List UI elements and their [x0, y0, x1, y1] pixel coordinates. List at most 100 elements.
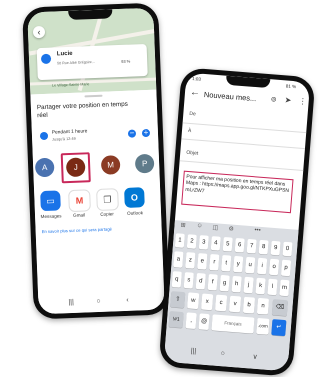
- backspace-key[interactable]: ⌫: [271, 299, 289, 317]
- nav-bar: ||| ○ ∨: [164, 346, 289, 368]
- home-icon[interactable]: ○: [220, 350, 225, 357]
- return-key[interactable]: ↵: [271, 319, 287, 337]
- space-key[interactable]: Français: [211, 314, 255, 334]
- avatar-initial: M: [107, 160, 115, 170]
- settings-icon[interactable]: ⚙: [228, 225, 234, 232]
- back-icon[interactable]: ∨: [252, 353, 258, 361]
- learn-more-link[interactable]: En savoir plus sur ce qui sera partagé: [42, 226, 112, 234]
- dotcom-key[interactable]: .com: [256, 317, 270, 335]
- contact-avatar[interactable]: M: [100, 155, 121, 175]
- key[interactable]: y: [233, 255, 244, 273]
- status-battery: 81 %: [285, 83, 297, 90]
- key[interactable]: d: [195, 273, 206, 290]
- key[interactable]: t: [221, 254, 232, 272]
- home-icon[interactable]: ○: [96, 298, 100, 305]
- right-phone-screen: 1:03 81 % ← Nouveau mes... ⊚ ➤ ⋮ De À Ob…: [163, 72, 311, 372]
- key[interactable]: u: [245, 256, 256, 274]
- symbols-key[interactable]: !#1: [168, 311, 184, 329]
- key[interactable]: a: [173, 251, 184, 268]
- key[interactable]: j: [243, 276, 254, 294]
- key[interactable]: 5: [222, 237, 233, 252]
- recents-icon[interactable]: |||: [68, 299, 74, 306]
- key[interactable]: 4: [210, 236, 221, 251]
- key[interactable]: q: [171, 271, 182, 288]
- key[interactable]: b: [242, 296, 256, 314]
- status-time: 1:03: [191, 76, 202, 82]
- comma-key[interactable]: ,: [185, 312, 197, 330]
- avatar-initial: P: [141, 159, 148, 169]
- emoji-icon[interactable]: ☺: [196, 223, 203, 229]
- key[interactable]: s: [183, 272, 194, 289]
- key[interactable]: f: [207, 273, 218, 291]
- minus-button[interactable]: −: [127, 129, 137, 138]
- grid-icon[interactable]: ⊞: [180, 222, 186, 229]
- key[interactable]: o: [268, 258, 280, 276]
- message-body[interactable]: Pour afficher ma position en temps réel …: [181, 170, 294, 214]
- key[interactable]: l: [267, 278, 278, 296]
- key[interactable]: r: [209, 254, 220, 271]
- key[interactable]: m: [279, 279, 290, 297]
- key[interactable]: w: [187, 292, 200, 310]
- location-pin-icon: [40, 53, 52, 65]
- contact-avatar[interactable]: A: [34, 157, 55, 178]
- outlook-icon[interactable]: O: [124, 187, 145, 208]
- key[interactable]: x: [201, 293, 214, 311]
- mic-icon[interactable]: •••: [254, 227, 261, 233]
- key[interactable]: 2: [186, 234, 197, 249]
- gif-icon[interactable]: ◫: [212, 224, 218, 231]
- left-phone-screen: ‹ Lucie 50 Rue Albé Grégoire... 93 % Le …: [27, 7, 165, 315]
- app-label: Messages: [40, 213, 62, 220]
- key[interactable]: 0: [282, 241, 293, 257]
- duration-sublabel: Jusqu'à 12:49: [52, 136, 76, 142]
- back-icon[interactable]: ‹: [126, 297, 129, 304]
- messages-icon[interactable]: ▭: [40, 190, 61, 212]
- view-icon[interactable]: ⊚: [270, 95, 276, 103]
- virtual-keyboard: ⊞ ☺ ◫ ⚙ ••• 1 2 3 4 5 6 7 8 9 0 a z e r …: [163, 220, 299, 372]
- key[interactable]: 7: [246, 238, 257, 254]
- map-caption: Le Village-Sainte-Marie: [51, 82, 90, 88]
- key[interactable]: e: [197, 253, 208, 270]
- key[interactable]: h: [231, 275, 242, 293]
- to-label: À: [187, 127, 192, 135]
- key[interactable]: c: [214, 294, 228, 312]
- back-arrow-icon[interactable]: ←: [190, 87, 201, 99]
- key[interactable]: 6: [234, 237, 245, 253]
- key[interactable]: 3: [198, 235, 209, 250]
- key[interactable]: n: [256, 297, 270, 315]
- back-arrow-icon[interactable]: ‹: [32, 25, 46, 39]
- compose-title: Nouveau mes...: [203, 90, 257, 104]
- at-key[interactable]: @: [198, 313, 210, 331]
- plus-button[interactable]: +: [141, 128, 151, 138]
- recents-icon[interactable]: |||: [190, 348, 196, 355]
- avatar-initial: A: [41, 162, 48, 173]
- app-label: Gmail: [72, 212, 86, 218]
- clock-icon: [39, 131, 49, 141]
- key[interactable]: v: [228, 295, 242, 313]
- camera-notch: [225, 75, 271, 89]
- contact-address: 50 Rue Albé Grégoire...: [57, 59, 95, 66]
- contact-location-card[interactable]: Lucie 50 Rue Albé Grégoire... 93 %: [36, 43, 148, 81]
- key[interactable]: g: [219, 274, 230, 292]
- key[interactable]: z: [185, 252, 196, 269]
- sheet-handle[interactable]: [84, 94, 103, 98]
- key[interactable]: k: [255, 277, 266, 295]
- key[interactable]: 1: [174, 233, 185, 248]
- key[interactable]: 8: [258, 239, 269, 255]
- send-icon[interactable]: ➤: [284, 95, 291, 104]
- map-view[interactable]: ‹ Lucie 50 Rue Albé Grégoire... 93 % Le …: [27, 7, 160, 95]
- right-phone: 1:03 81 % ← Nouveau mes... ⊚ ➤ ⋮ De À Ob…: [158, 67, 316, 377]
- contact-avatar[interactable]: P: [134, 153, 155, 174]
- subject-label[interactable]: Objet: [186, 150, 198, 157]
- gmail-icon[interactable]: M: [68, 189, 91, 213]
- key[interactable]: 9: [270, 240, 281, 256]
- copy-icon[interactable]: ❐: [96, 188, 119, 212]
- key[interactable]: i: [257, 257, 268, 275]
- key[interactable]: p: [280, 259, 292, 277]
- camera-notch: [68, 9, 113, 20]
- shift-key[interactable]: ⇧: [170, 291, 186, 309]
- duration-label[interactable]: Pendant 1 heure: [52, 129, 88, 135]
- share-title: Partager votre position en temps réel: [36, 100, 128, 120]
- more-icon[interactable]: ⋮: [298, 96, 307, 106]
- divider: [179, 160, 304, 171]
- from-label: De: [189, 110, 196, 118]
